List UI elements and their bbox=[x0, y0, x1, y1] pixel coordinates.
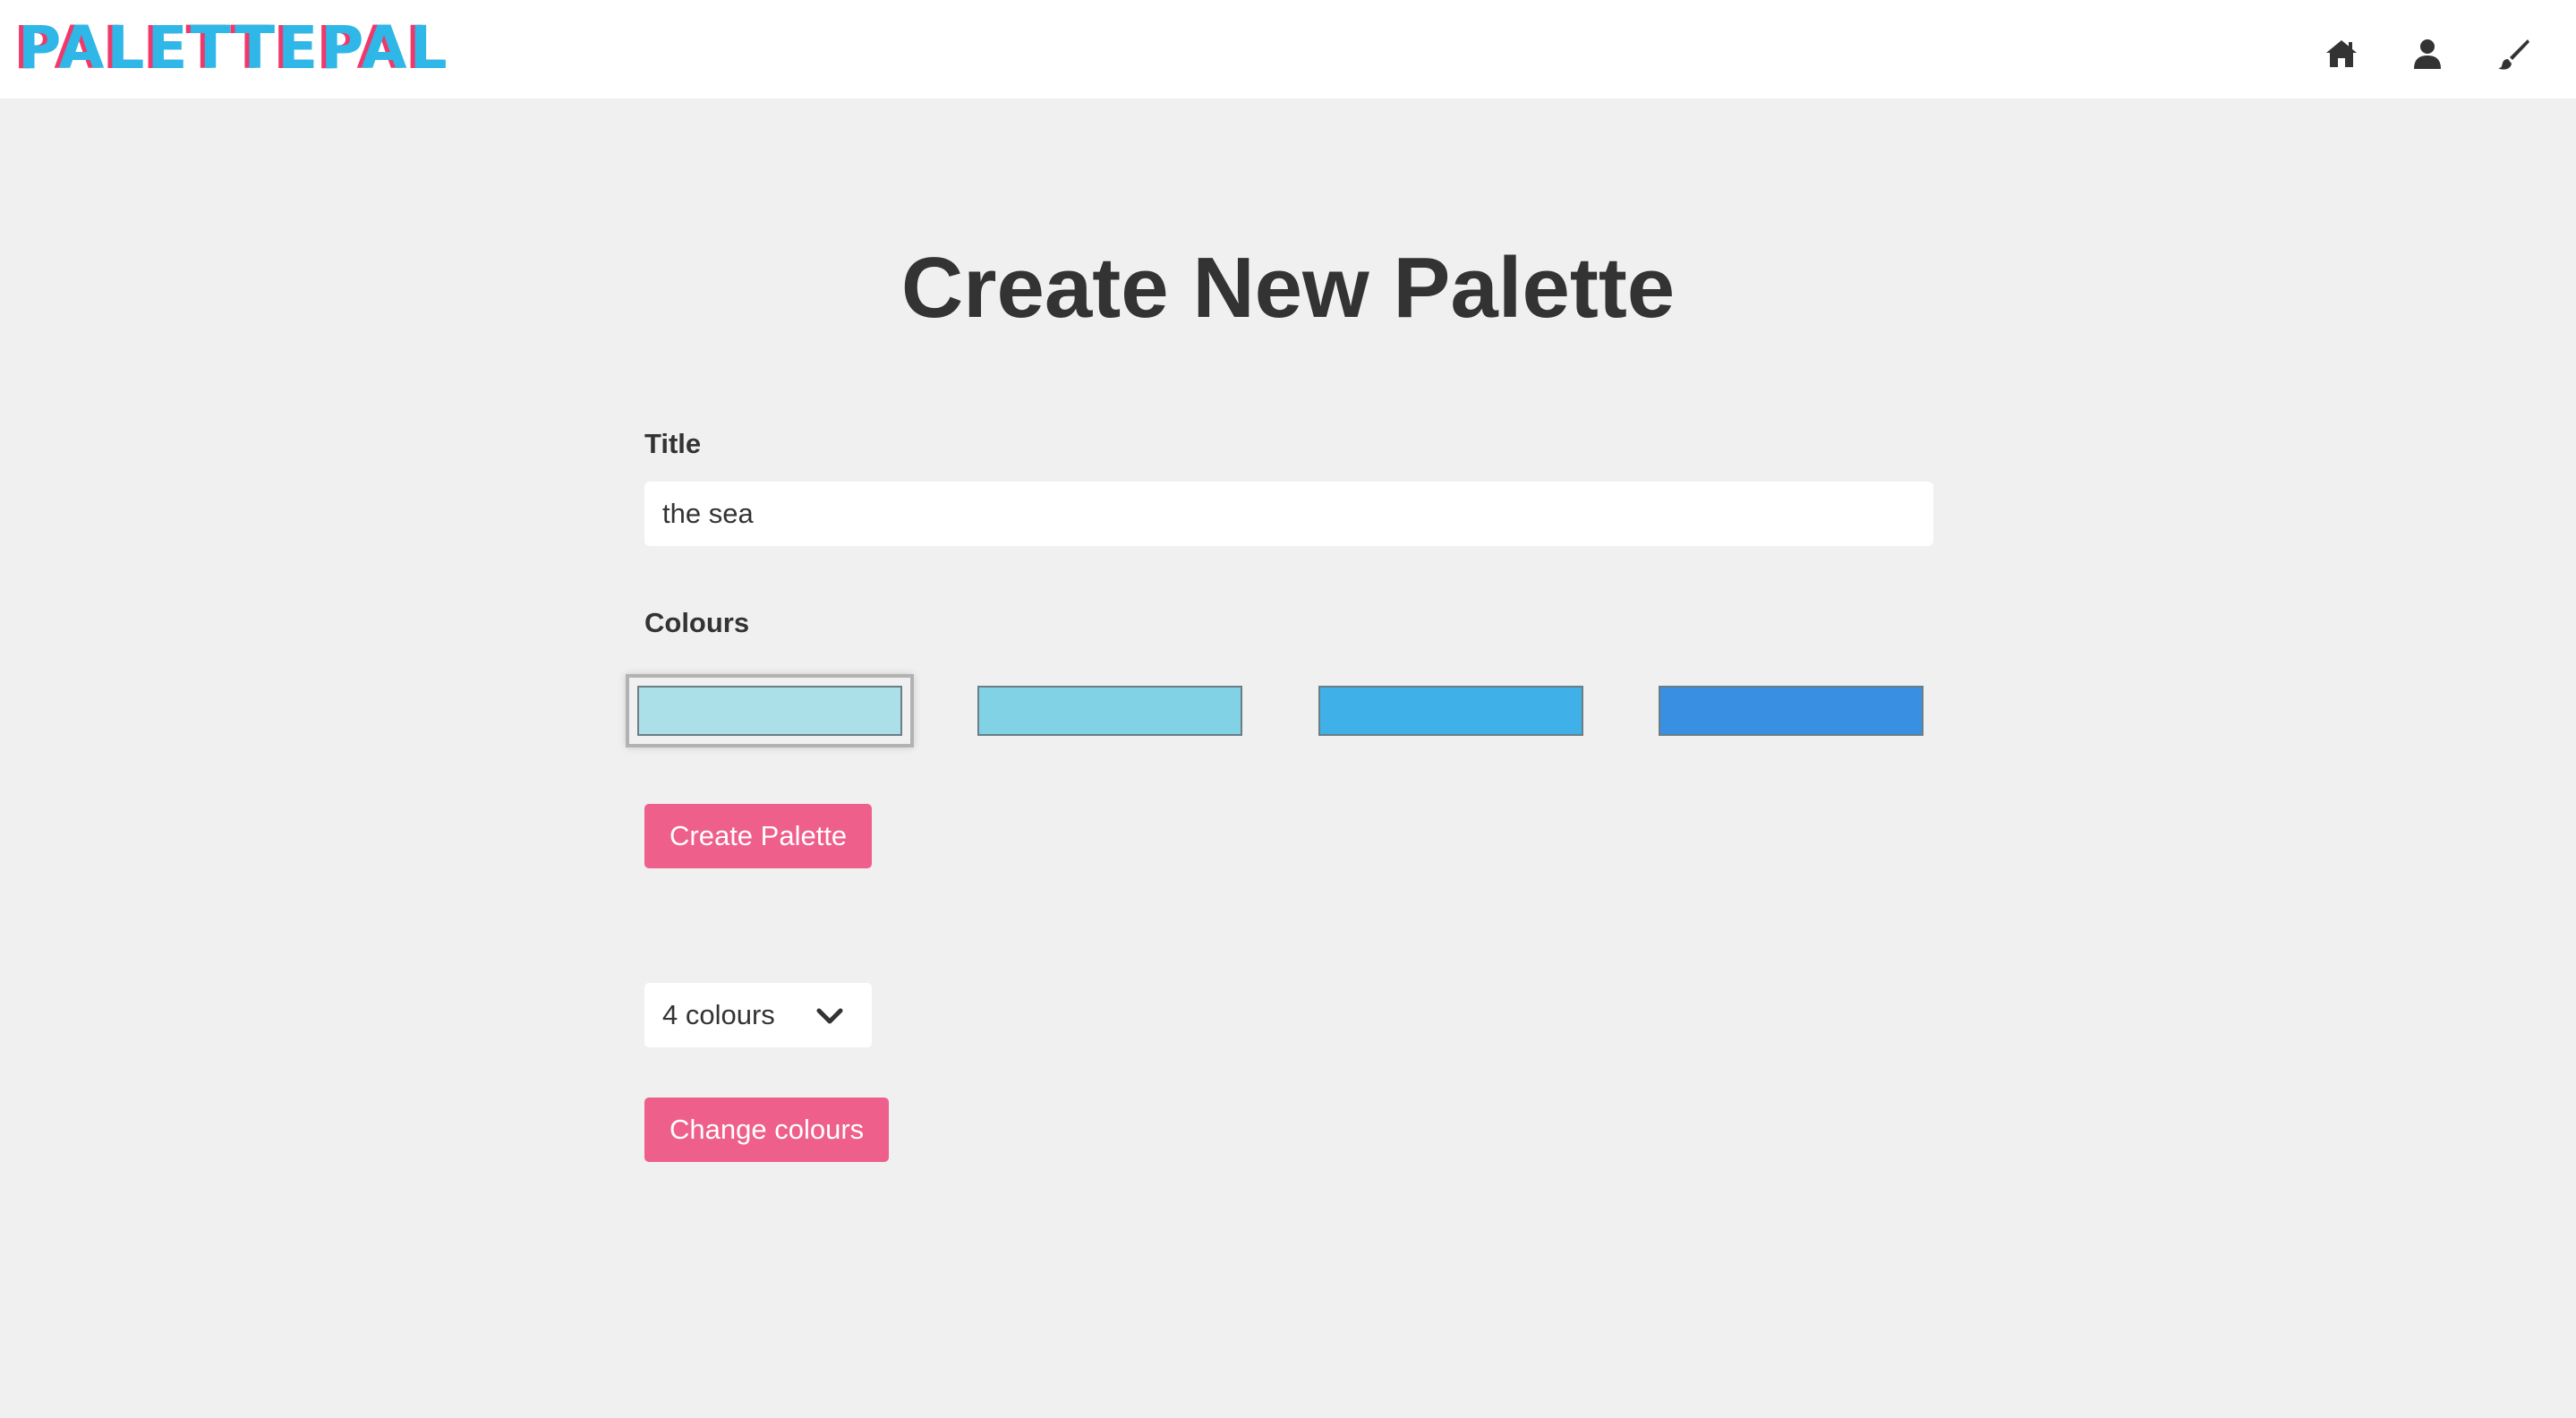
colour-swatch-2[interactable] bbox=[977, 686, 1242, 736]
title-input[interactable] bbox=[644, 482, 1933, 546]
paintbrush-icon[interactable] bbox=[2495, 36, 2531, 72]
colours-label: Colours bbox=[644, 607, 750, 638]
colour-swatch-3[interactable] bbox=[1318, 686, 1583, 736]
change-colours-button[interactable]: Change colours bbox=[644, 1098, 890, 1162]
home-icon[interactable] bbox=[2324, 36, 2359, 72]
colour-swatch-4[interactable] bbox=[1659, 686, 1923, 736]
navbar: PALETTEPAL bbox=[0, 0, 2576, 98]
colour-swatch-1[interactable] bbox=[637, 686, 902, 736]
colour-count-select[interactable]: 4 colours bbox=[644, 983, 872, 1047]
logo[interactable]: PALETTEPAL bbox=[18, 13, 450, 84]
chevron-down-icon bbox=[815, 1003, 845, 1029]
create-palette-button[interactable]: Create Palette bbox=[644, 804, 873, 868]
page-title: Create New Palette bbox=[900, 240, 1676, 336]
user-icon[interactable] bbox=[2410, 36, 2445, 72]
title-label: Title bbox=[644, 428, 702, 459]
colour-count-value: 4 colours bbox=[662, 999, 775, 1030]
